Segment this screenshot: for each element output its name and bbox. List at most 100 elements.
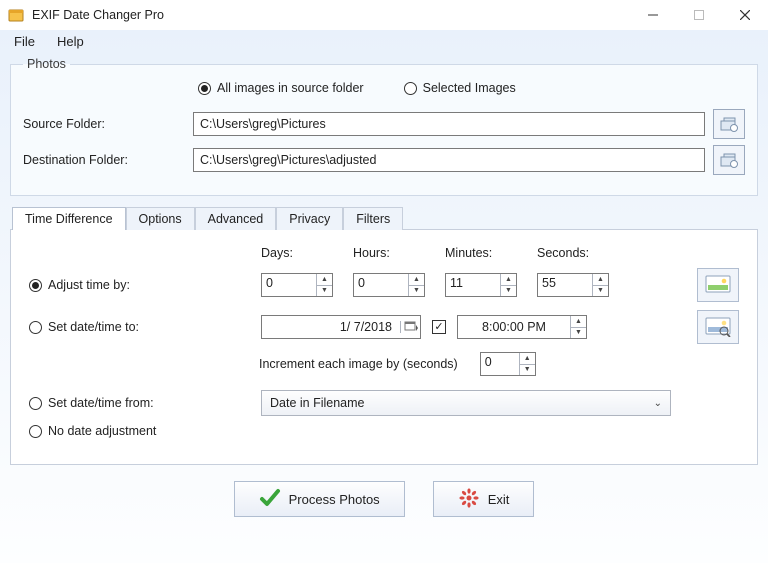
tab-time-difference[interactable]: Time Difference (12, 207, 126, 230)
increment-value: 0 (481, 353, 519, 375)
adjust-headers: Days: Hours: Minutes: Seconds: (229, 246, 739, 260)
radio-dot-icon (29, 321, 42, 334)
destination-folder-label: Destination Folder: (23, 153, 193, 167)
process-photos-button[interactable]: Process Photos (234, 481, 405, 517)
exit-icon (458, 488, 480, 511)
menu-help[interactable]: Help (57, 34, 84, 49)
calendar-dropdown-icon[interactable] (400, 321, 420, 333)
radio-dot-icon (29, 279, 42, 292)
increment-stepper[interactable]: 0 ▲▼ (480, 352, 536, 376)
window-controls (630, 0, 768, 30)
radio-selected-images-label: Selected Images (423, 81, 516, 95)
client-area: File Help Photos All images in source fo… (0, 30, 768, 563)
no-adjustment-row: No date adjustment (29, 424, 739, 438)
minutes-value: 11 (446, 274, 500, 296)
tabpage-time-difference: Days: Hours: Minutes: Seconds: Adjust ti… (10, 229, 758, 465)
spinner-arrows: ▲▼ (592, 274, 608, 296)
tabstrip: Time Difference Options Advanced Privacy… (10, 206, 758, 229)
adjust-time-row: Adjust time by: 0 ▲▼ 0 ▲▼ 11 ▲▼ (29, 268, 739, 302)
photos-group: Photos All images in source folder Selec… (10, 57, 758, 196)
header-hours: Hours: (353, 246, 445, 260)
photos-legend: Photos (23, 57, 70, 71)
time-picker[interactable]: 8:00:00 PM ▲▼ (457, 315, 587, 339)
source-folder-input[interactable]: C:\Users\greg\Pictures (193, 112, 705, 136)
app-icon (8, 7, 24, 23)
radio-set-from-label: Set date/time from: (48, 396, 154, 410)
header-minutes: Minutes: (445, 246, 537, 260)
down-arrow-icon[interactable]: ▼ (520, 365, 535, 376)
pick-from-image-zoom-button[interactable] (697, 310, 739, 344)
spinner-arrows: ▲▼ (570, 316, 586, 338)
time-value: 8:00:00 PM (458, 318, 570, 336)
time-enable-checkbox[interactable] (432, 320, 446, 334)
maximize-button[interactable] (676, 0, 722, 30)
menu-file[interactable]: File (14, 34, 35, 49)
radio-no-adjustment-label: No date adjustment (48, 424, 156, 438)
up-arrow-icon[interactable]: ▲ (409, 274, 424, 286)
photos-scope-row: All images in source folder Selected Ima… (23, 81, 745, 95)
tabs: Time Difference Options Advanced Privacy… (10, 206, 758, 465)
down-arrow-icon[interactable]: ▼ (409, 286, 424, 297)
window-title: EXIF Date Changer Pro (32, 8, 164, 22)
menubar: File Help (0, 30, 768, 55)
spinner-arrows: ▲▼ (500, 274, 516, 296)
up-arrow-icon[interactable]: ▲ (571, 316, 586, 328)
radio-all-images[interactable]: All images in source folder (198, 81, 364, 95)
source-folder-row: Source Folder: C:\Users\greg\Pictures (23, 109, 745, 139)
up-arrow-icon[interactable]: ▲ (317, 274, 332, 286)
destination-folder-row: Destination Folder: C:\Users\greg\Pictur… (23, 145, 745, 175)
down-arrow-icon[interactable]: ▼ (501, 286, 516, 297)
radio-selected-images[interactable]: Selected Images (404, 81, 516, 95)
source-folder-label: Source Folder: (23, 117, 193, 131)
tab-advanced[interactable]: Advanced (195, 207, 277, 230)
minimize-button[interactable] (630, 0, 676, 30)
set-datetime-row: Set date/time to: 1/ 7/2018 8:00:00 PM ▲… (29, 310, 739, 344)
increment-row: Increment each image by (seconds) 0 ▲▼ (259, 352, 739, 376)
tab-privacy[interactable]: Privacy (276, 207, 343, 230)
close-button[interactable] (722, 0, 768, 30)
radio-no-adjustment[interactable]: No date adjustment (29, 424, 229, 438)
radio-dot-icon (404, 82, 417, 95)
set-from-row: Set date/time from: Date in Filename ⌄ (29, 390, 739, 416)
radio-adjust-time[interactable]: Adjust time by: (29, 278, 229, 292)
destination-folder-input[interactable]: C:\Users\greg\Pictures\adjusted (193, 148, 705, 172)
date-picker[interactable]: 1/ 7/2018 (261, 315, 421, 339)
down-arrow-icon[interactable]: ▼ (317, 286, 332, 297)
down-arrow-icon[interactable]: ▼ (593, 286, 608, 297)
spinner-arrows: ▲▼ (408, 274, 424, 296)
days-stepper[interactable]: 0 ▲▼ (261, 273, 333, 297)
radio-all-images-label: All images in source folder (217, 81, 364, 95)
titlebar: EXIF Date Changer Pro (0, 0, 768, 30)
bottom-buttons: Process Photos (0, 481, 768, 517)
radio-set-from[interactable]: Set date/time from: (29, 396, 229, 410)
adjust-spinners: 0 ▲▼ 0 ▲▼ 11 ▲▼ 55 ▲▼ (261, 273, 629, 297)
browse-destination-button[interactable] (713, 145, 745, 175)
exit-button[interactable]: Exit (433, 481, 535, 517)
header-seconds: Seconds: (537, 246, 629, 260)
checkmark-icon (259, 488, 281, 511)
process-photos-label: Process Photos (289, 492, 380, 507)
hours-value: 0 (354, 274, 408, 296)
browse-source-button[interactable] (713, 109, 745, 139)
hours-stepper[interactable]: 0 ▲▼ (353, 273, 425, 297)
tab-options[interactable]: Options (126, 207, 195, 230)
radio-adjust-time-label: Adjust time by: (48, 278, 130, 292)
up-arrow-icon[interactable]: ▲ (501, 274, 516, 286)
tab-filters[interactable]: Filters (343, 207, 403, 230)
header-days: Days: (261, 246, 353, 260)
seconds-stepper[interactable]: 55 ▲▼ (537, 273, 609, 297)
spinner-arrows: ▲▼ (519, 353, 535, 375)
up-arrow-icon[interactable]: ▲ (520, 353, 535, 365)
minutes-stepper[interactable]: 11 ▲▼ (445, 273, 517, 297)
set-from-value: Date in Filename (270, 396, 654, 410)
date-value: 1/ 7/2018 (262, 318, 400, 336)
pick-from-image-button[interactable] (697, 268, 739, 302)
radio-set-datetime-label: Set date/time to: (48, 320, 139, 334)
up-arrow-icon[interactable]: ▲ (593, 274, 608, 286)
down-arrow-icon[interactable]: ▼ (571, 328, 586, 339)
chevron-down-icon: ⌄ (654, 398, 662, 409)
set-from-combo[interactable]: Date in Filename ⌄ (261, 390, 671, 416)
radio-set-datetime[interactable]: Set date/time to: (29, 320, 229, 334)
radio-dot-icon (29, 397, 42, 410)
spinner-arrows: ▲▼ (316, 274, 332, 296)
